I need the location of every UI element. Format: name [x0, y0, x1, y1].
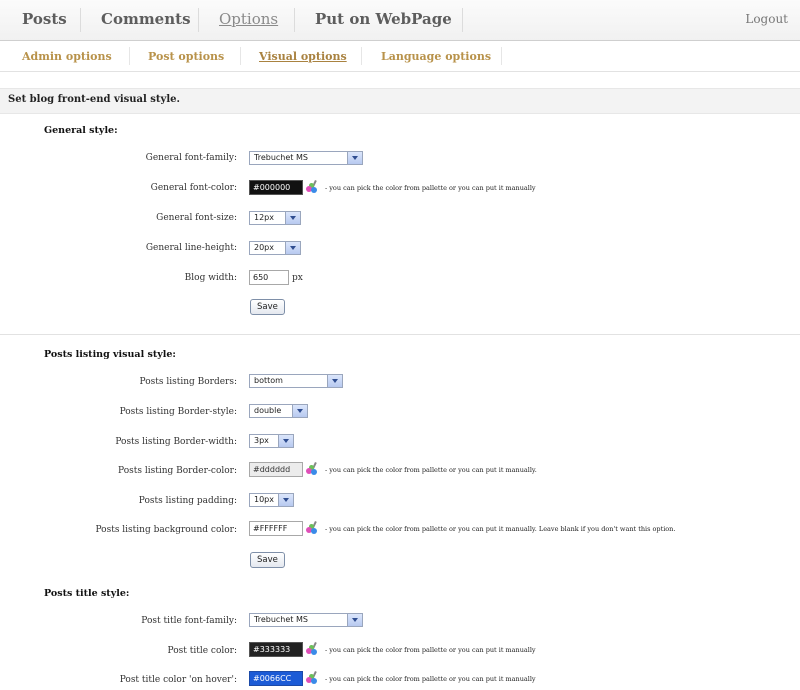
- listing-border-color-label: Posts listing Border-color:: [118, 466, 237, 476]
- listing-padding-select[interactable]: 10px: [249, 493, 294, 507]
- nav-divider: [80, 8, 81, 32]
- subnav-divider: [129, 47, 130, 65]
- select-value: 20px: [254, 243, 274, 252]
- listing-border-color-hint: - you can pick the color from pallette o…: [325, 466, 537, 474]
- select-value: 3px: [254, 436, 269, 445]
- title-color-hint: - you can pick the color from pallette o…: [325, 646, 536, 654]
- top-navigation: Posts Comments Options Put on WebPage Lo…: [0, 0, 800, 41]
- chevron-down-icon: [285, 212, 300, 224]
- listing-padding-label: Posts listing padding:: [138, 496, 237, 506]
- title-hover-color-label: Post title color 'on hover':: [119, 675, 237, 685]
- color-palette-icon[interactable]: [305, 670, 319, 685]
- nav-divider: [198, 8, 199, 32]
- blog-width-unit: px: [292, 273, 303, 283]
- listing-borders-label: Posts listing Borders:: [139, 377, 238, 387]
- listing-bg-color-label: Posts listing background color:: [95, 525, 237, 535]
- listing-border-style-select[interactable]: double: [249, 404, 308, 418]
- chevron-down-icon: [347, 614, 362, 626]
- subnav-admin-options[interactable]: Admin options: [22, 50, 112, 63]
- page-heading-bar: Set blog front-end visual style.: [0, 88, 800, 114]
- chevron-down-icon: [327, 375, 342, 387]
- section-divider: [0, 334, 800, 335]
- select-value: Trebuchet MS: [254, 615, 308, 624]
- select-value: bottom: [254, 376, 283, 385]
- subnav-divider: [240, 47, 241, 65]
- general-font-size-select[interactable]: 12px: [249, 211, 301, 225]
- select-value: double: [254, 406, 282, 415]
- subnav-divider: [361, 47, 362, 65]
- listing-border-color-input[interactable]: #dddddd: [249, 462, 303, 477]
- page-title: Set blog front-end visual style.: [8, 94, 180, 105]
- chevron-down-icon: [278, 494, 293, 506]
- color-palette-icon[interactable]: [305, 179, 319, 194]
- title-hover-color-hint: - you can pick the color from pallette o…: [325, 675, 536, 683]
- title-hover-color-input[interactable]: #0066CC: [249, 671, 303, 686]
- title-color-input[interactable]: #333333: [249, 642, 303, 657]
- general-font-color-hint: - you can pick the color from pallette o…: [325, 184, 536, 192]
- general-font-color-input[interactable]: #000000: [249, 180, 303, 195]
- sub-navigation: Admin options Post options Visual option…: [0, 41, 800, 72]
- general-font-family-label: General font-family:: [145, 153, 237, 163]
- subnav-post-options[interactable]: Post options: [148, 50, 224, 63]
- nav-divider: [462, 8, 463, 32]
- listing-save-button[interactable]: Save: [250, 552, 285, 568]
- nav-comments[interactable]: Comments: [101, 10, 191, 28]
- select-value: Trebuchet MS: [254, 153, 308, 162]
- general-font-size-label: General font-size:: [156, 213, 237, 223]
- section-title-posts-title: Posts title style:: [44, 588, 130, 599]
- listing-border-width-label: Posts listing Border-width:: [115, 437, 237, 447]
- select-value: 10px: [254, 495, 274, 504]
- nav-divider: [294, 8, 295, 32]
- chevron-down-icon: [285, 242, 300, 254]
- nav-put-on-webpage[interactable]: Put on WebPage: [315, 10, 452, 28]
- listing-border-style-label: Posts listing Border-style:: [119, 407, 237, 417]
- nav-options[interactable]: Options: [219, 10, 278, 28]
- chevron-down-icon: [347, 152, 362, 164]
- general-save-button[interactable]: Save: [250, 299, 285, 315]
- section-title-posts-listing: Posts listing visual style:: [44, 349, 176, 360]
- title-font-family-select[interactable]: Trebuchet MS: [249, 613, 363, 627]
- title-font-family-label: Post title font-family:: [141, 616, 237, 626]
- blog-width-label: Blog width:: [184, 273, 237, 283]
- subnav-language-options[interactable]: Language options: [381, 50, 491, 63]
- color-palette-icon[interactable]: [305, 520, 319, 535]
- select-value: 12px: [254, 213, 274, 222]
- chevron-down-icon: [278, 435, 293, 447]
- section-title-general: General style:: [44, 125, 118, 136]
- listing-bg-color-hint: - you can pick the color from pallette o…: [325, 525, 676, 533]
- logout-link[interactable]: Logout: [745, 12, 788, 26]
- general-line-height-select[interactable]: 20px: [249, 241, 301, 255]
- subnav-visual-options[interactable]: Visual options: [259, 50, 347, 63]
- chevron-down-icon: [292, 405, 307, 417]
- subnav-divider: [501, 47, 502, 65]
- color-palette-icon[interactable]: [305, 641, 319, 656]
- nav-posts[interactable]: Posts: [22, 10, 67, 28]
- listing-borders-select[interactable]: bottom: [249, 374, 343, 388]
- blog-width-input[interactable]: 650: [249, 270, 289, 285]
- listing-bg-color-input[interactable]: #FFFFFF: [249, 521, 303, 536]
- listing-border-width-select[interactable]: 3px: [249, 434, 294, 448]
- general-font-family-select[interactable]: Trebuchet MS: [249, 151, 363, 165]
- color-palette-icon[interactable]: [305, 461, 319, 476]
- general-font-color-label: General font-color:: [150, 183, 237, 193]
- general-line-height-label: General line-height:: [145, 243, 237, 253]
- title-color-label: Post title color:: [167, 646, 237, 656]
